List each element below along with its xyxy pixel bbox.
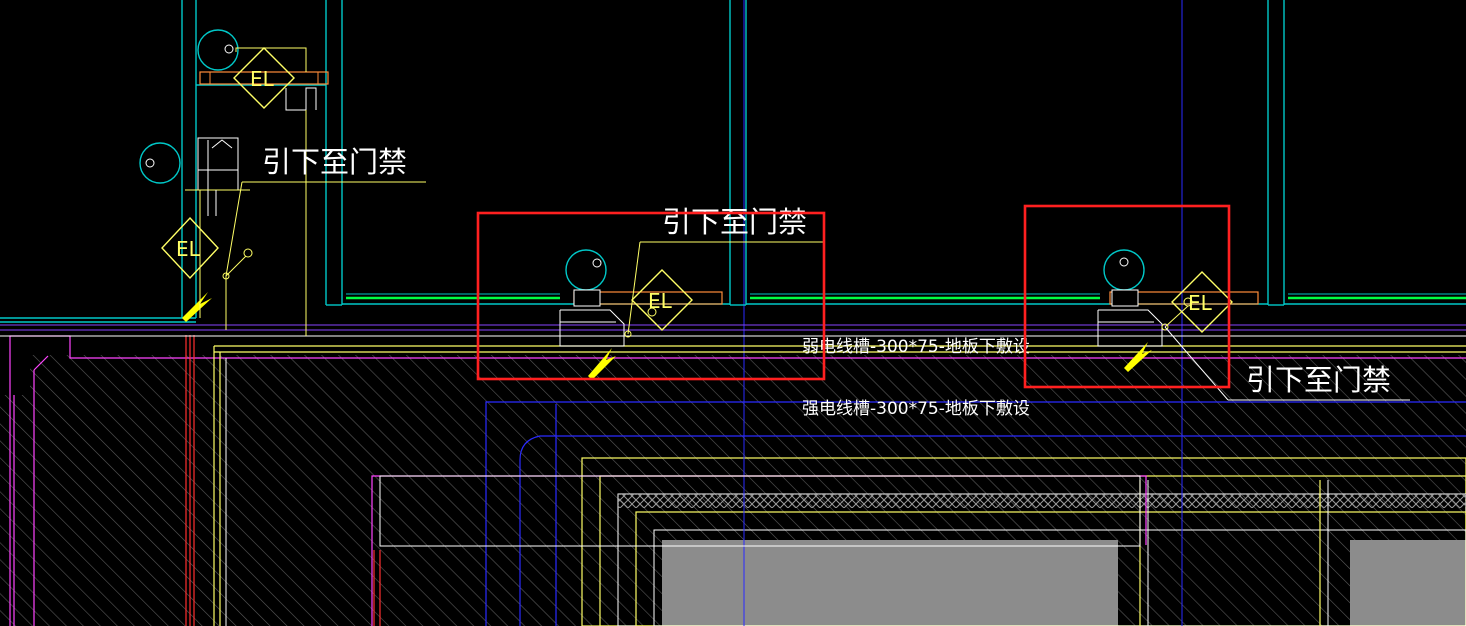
middle-device-group: EL 引下至门禁 [559, 205, 824, 380]
weak-trunk-label: 弱电线槽-300*75-地板下敷设 [802, 337, 1030, 357]
el-label: EL [250, 67, 275, 91]
room-fill-left [662, 540, 1118, 626]
cad-drawing: EL EL 引下至门禁 EL 引下至门禁 EL 引下至门禁 弱电线槽-300*7… [0, 0, 1466, 626]
sensor-icon [1103, 249, 1145, 291]
lead-down-label-3: 引下至门禁 [1246, 363, 1391, 397]
strong-trunk-label: 强电线槽-300*75-地板下敷设 [802, 399, 1030, 419]
lead-down-label-2: 引下至门禁 [662, 205, 807, 239]
sensor-icon [197, 29, 239, 71]
el-label: EL [176, 237, 201, 261]
sensor-icon [565, 249, 607, 291]
left-device-group: EL EL 引下至门禁 [139, 29, 426, 336]
lead-arrow [182, 292, 212, 322]
room-fill-right [1350, 540, 1466, 626]
el-label: EL [648, 289, 673, 313]
cyan-structure [0, 0, 1466, 323]
lead-down-label-1: 引下至门禁 [262, 145, 407, 179]
